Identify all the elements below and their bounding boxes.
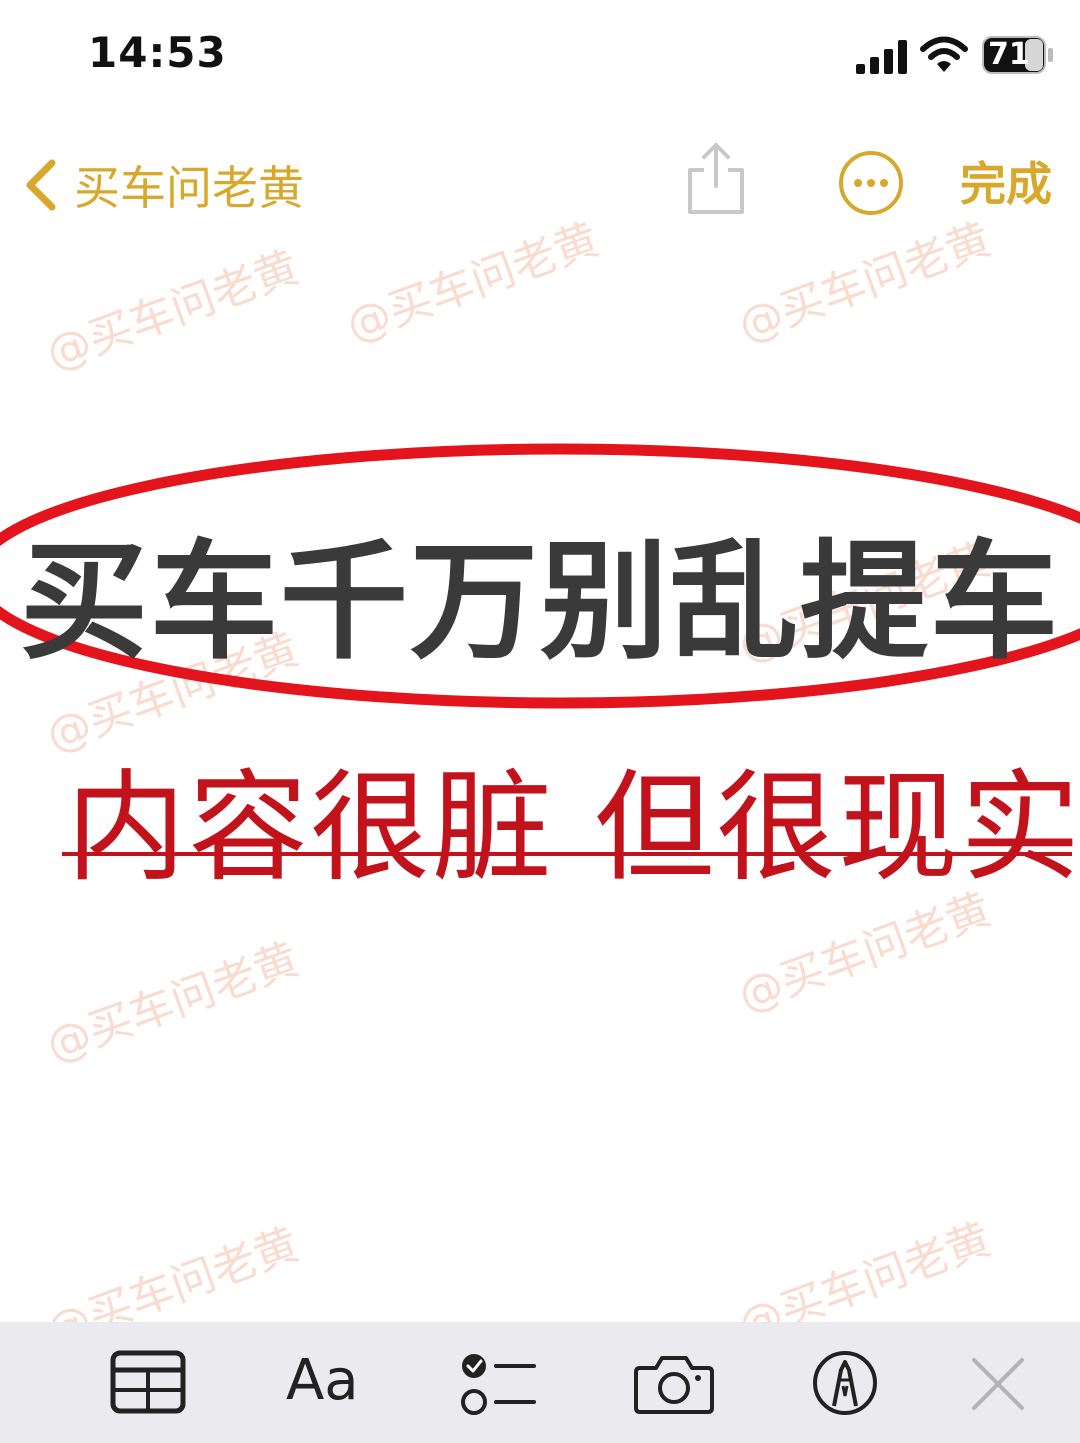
camera-icon[interactable] xyxy=(634,1350,714,1416)
watermark: @买车问老黄 xyxy=(339,213,606,353)
close-icon[interactable] xyxy=(970,1356,1026,1412)
signal-icon xyxy=(856,40,907,74)
note-subtitle[interactable]: 内容很脏 但很现实 xyxy=(66,730,1080,904)
back-button[interactable]: 买车问老黄 xyxy=(20,150,304,220)
subtitle-underline xyxy=(62,852,1072,856)
chevron-left-icon xyxy=(26,159,56,211)
note-title[interactable]: 买车千万别乱提车 xyxy=(0,498,1080,683)
done-button[interactable]: 完成 xyxy=(960,148,1052,214)
battery-level: 71 xyxy=(988,37,1030,72)
share-icon[interactable] xyxy=(684,142,748,218)
markup-pen-icon[interactable] xyxy=(812,1350,878,1416)
watermark: @买车问老黄 xyxy=(731,213,998,353)
watermark: @买车问老黄 xyxy=(39,933,306,1073)
watermark: @买车问老黄 xyxy=(39,241,306,381)
back-label: 买车问老黄 xyxy=(74,161,304,215)
wifi-icon xyxy=(920,36,968,72)
table-icon[interactable] xyxy=(110,1350,186,1414)
checklist-icon[interactable] xyxy=(460,1350,538,1420)
battery-icon: 71 xyxy=(982,36,1054,74)
more-icon[interactable] xyxy=(838,150,904,216)
format-text-button[interactable]: Aa xyxy=(286,1346,359,1416)
status-time: 14:53 xyxy=(88,28,227,77)
